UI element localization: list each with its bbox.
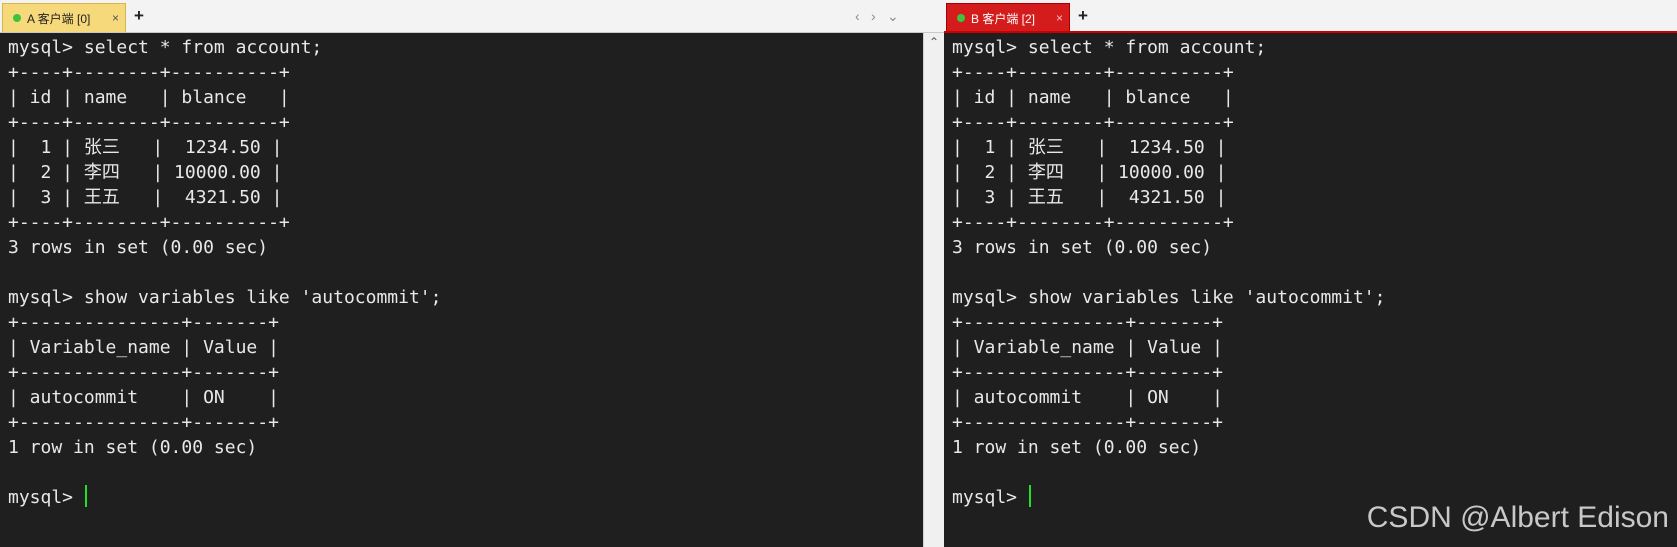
tab-client-b[interactable]: B 客户端 [2] × (946, 3, 1070, 32)
tab-client-a[interactable]: A 客户端 [0] × (2, 3, 126, 32)
tab-bar-b: B 客户端 [2] × + (944, 0, 1677, 33)
terminal-line: +----+--------+----------+ (952, 112, 1234, 133)
terminal-line: 1 row in set (0.00 sec) (952, 437, 1202, 458)
tab-label: B 客户端 [2] (971, 11, 1036, 26)
connected-status-icon (13, 14, 21, 22)
tab-list-menu-icon[interactable]: ⌄ (887, 7, 899, 25)
prompt-line: mysql> (8, 485, 924, 510)
text-cursor (84, 485, 87, 507)
terminal-line: | 2 | 李四 | 10000.00 | (952, 162, 1227, 183)
add-tab-icon[interactable]: + (134, 6, 144, 26)
terminal-line: | id | name | blance | (952, 87, 1234, 108)
terminal-line: +---------------+-------+ (8, 362, 279, 383)
terminal-line: | 3 | 王五 | 4321.50 | (8, 187, 283, 208)
terminal-line: | id | name | blance | (8, 87, 290, 108)
terminal-line: +---------------+-------+ (8, 312, 279, 333)
terminal-output-b[interactable]: mysql> select * from account; +----+-----… (944, 31, 1677, 547)
terminal-line: mysql> show variables like 'autocommit'; (952, 287, 1386, 308)
terminal-line: +----+--------+----------+ (8, 112, 290, 133)
terminal-line: +---------------+-------+ (952, 362, 1223, 383)
terminal-line: mysql> select * from account; (8, 37, 323, 58)
terminal-line: +---------------+-------+ (952, 312, 1223, 333)
tab-scroll-left-icon[interactable]: ‹ (855, 7, 860, 25)
close-tab-icon[interactable]: × (112, 11, 119, 25)
terminal-line: | Variable_name | Value | (952, 337, 1223, 358)
terminal-scrollbar-a[interactable]: ⌃ (923, 33, 944, 547)
prompt-text: mysql> (952, 487, 1028, 508)
terminal-line: | Variable_name | Value | (8, 337, 279, 358)
terminal-line: 3 rows in set (0.00 sec) (952, 237, 1213, 258)
tab-bar-a: A 客户端 [0] × + ‹ › ⌄ (0, 0, 944, 33)
terminal-line: +----+--------+----------+ (952, 212, 1234, 233)
terminal-line: 3 rows in set (0.00 sec) (8, 237, 269, 258)
scroll-up-icon[interactable]: ⌃ (924, 35, 944, 49)
terminal-line: +----+--------+----------+ (8, 212, 290, 233)
terminal-output-a[interactable]: mysql> select * from account; +----+-----… (0, 33, 924, 547)
terminal-line: mysql> show variables like 'autocommit'; (8, 287, 442, 308)
terminal-line: | 3 | 王五 | 4321.50 | (952, 187, 1227, 208)
text-cursor (1028, 485, 1031, 507)
add-tab-icon[interactable]: + (1078, 6, 1088, 26)
terminal-line: +---------------+-------+ (8, 412, 279, 433)
terminal-line: | 2 | 李四 | 10000.00 | (8, 162, 283, 183)
terminal-line: +----+--------+----------+ (952, 62, 1234, 83)
terminal-line: 1 row in set (0.00 sec) (8, 437, 258, 458)
session-pane-a: A 客户端 [0] × + ‹ › ⌄ mysql> select * from… (0, 0, 944, 547)
watermark: CSDN @Albert Edison (1366, 501, 1669, 534)
terminal-line: | 1 | 张三 | 1234.50 | (8, 137, 283, 158)
terminal-line: | autocommit | ON | (8, 387, 279, 408)
terminal-line (8, 260, 924, 285)
tab-label: A 客户端 [0] (27, 11, 91, 26)
terminal-line (8, 460, 924, 485)
terminal-line (952, 260, 1677, 285)
close-tab-icon[interactable]: × (1056, 11, 1063, 25)
session-pane-b: B 客户端 [2] × + mysql> select * from accou… (944, 0, 1677, 547)
terminal-line: mysql> select * from account; (952, 37, 1267, 58)
terminal-line: +----+--------+----------+ (8, 62, 290, 83)
terminal-line: | autocommit | ON | (952, 387, 1223, 408)
tab-scroll-right-icon[interactable]: › (871, 7, 876, 25)
terminal-line: | 1 | 张三 | 1234.50 | (952, 137, 1227, 158)
prompt-text: mysql> (8, 487, 84, 508)
connected-status-icon (957, 14, 965, 22)
terminal-line: +---------------+-------+ (952, 412, 1223, 433)
terminal-line (952, 460, 1677, 485)
